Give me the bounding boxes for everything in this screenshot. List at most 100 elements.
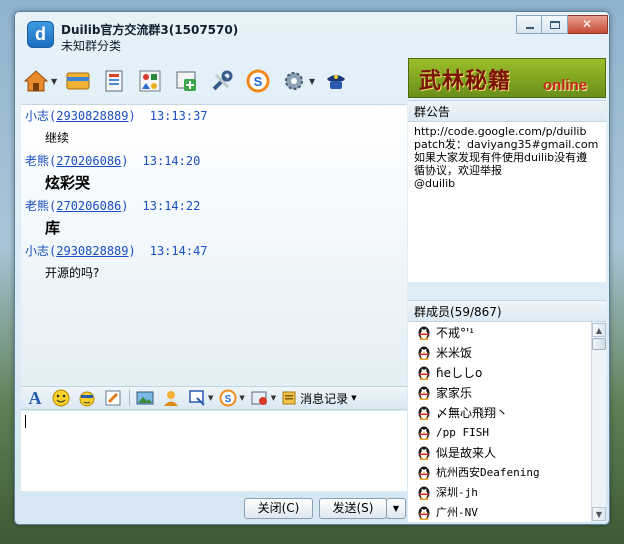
notice-header: 群公告: [408, 100, 606, 122]
message-list: 小志(2930828889) 13:13:37 继续 老熊(270206086) 13:…: [25, 105, 403, 285]
gear-icon[interactable]: [279, 66, 309, 96]
paren-close: ): [121, 154, 129, 168]
minimize-icon: [526, 27, 534, 29]
sogou-input-icon[interactable]: S: [218, 388, 238, 408]
member-item[interactable]: 不戒°'¹: [408, 322, 606, 342]
screenshot-dropdown-arrow[interactable]: ▼: [208, 394, 213, 402]
input-toolbar: A ▼ S ▼ ▼ 消息记录 ▼: [21, 386, 407, 410]
ad-banner[interactable]: 武林秘籍 online: [408, 58, 606, 98]
window-title: Duilib官方交流群3(1507570): [61, 23, 239, 37]
sender-id-link[interactable]: 270206086: [56, 154, 121, 168]
screenshot-icon[interactable]: [187, 388, 207, 408]
qq-penguin-icon: [418, 386, 430, 400]
shake-dropdown-arrow[interactable]: ▼: [271, 394, 276, 402]
qq-penguin-icon: [418, 506, 430, 520]
home-dropdown-arrow[interactable]: ▼: [51, 77, 59, 86]
message-text: 炫彩哭: [45, 174, 91, 192]
emoji-icon[interactable]: [51, 388, 71, 408]
scroll-up-button[interactable]: ▲: [592, 323, 606, 337]
minimize-button[interactable]: [516, 15, 542, 34]
member-item[interactable]: /pp FISH: [408, 422, 606, 442]
image-icon[interactable]: [135, 388, 155, 408]
member-item[interactable]: 〆無心飛翔丶: [408, 402, 606, 422]
apps-icon[interactable]: [135, 66, 165, 96]
member-name: /pp FISH: [436, 425, 489, 439]
qq-penguin-icon: [418, 486, 430, 500]
sogou-dropdown-arrow[interactable]: ▼: [239, 394, 244, 402]
window-controls: ✕: [516, 15, 608, 35]
shake-icon[interactable]: [250, 388, 270, 408]
qq-penguin-icon: [418, 426, 430, 440]
member-name: 不戒°'¹: [436, 325, 475, 340]
police-icon[interactable]: [321, 66, 351, 96]
qq-penguin-icon: [418, 326, 430, 340]
gear-dropdown-arrow[interactable]: ▼: [309, 77, 317, 86]
svg-text:S: S: [254, 74, 263, 89]
sender-name[interactable]: 小志: [25, 109, 49, 123]
member-name: 〆無心飛翔丶: [436, 405, 509, 420]
toolbar-separator: [129, 390, 130, 406]
message-input[interactable]: [21, 411, 407, 491]
home-icon[interactable]: [21, 66, 51, 96]
close-icon: ✕: [581, 17, 593, 31]
contact-icon[interactable]: [161, 388, 181, 408]
qq-penguin-icon: [418, 406, 430, 420]
member-name: 深圳-jh: [436, 486, 478, 499]
card-icon[interactable]: [63, 66, 93, 96]
scroll-thumb[interactable]: [592, 338, 606, 350]
message-header: 小志(2930828889) 13:14:47: [25, 240, 403, 262]
magic-emoji-icon[interactable]: [77, 388, 97, 408]
message-time: 13:13:37: [149, 109, 208, 123]
send-button[interactable]: 发送(S): [319, 498, 387, 519]
title-bar[interactable]: d Duilib官方交流群3(1507570) 未知群分类 ✕: [15, 12, 609, 56]
member-name: 似是故来人: [436, 445, 497, 460]
member-items: 不戒°'¹ 米米饭 ɦeししo 家家乐〆無心飛翔丶/pp FISH 似是故来人杭州西安…: [408, 322, 606, 522]
close-button[interactable]: 关闭(C): [244, 498, 313, 519]
sender-id-link[interactable]: 2930828889: [56, 109, 128, 123]
scroll-down-button[interactable]: ▼: [592, 507, 606, 521]
member-item[interactable]: 深圳-jh: [408, 482, 606, 502]
chat-history[interactable]: 小志(2930828889) 13:13:37 继续 老熊(270206086) 13:…: [21, 104, 407, 386]
member-name: ɦeししo: [436, 365, 483, 380]
member-item[interactable]: 米米饭: [408, 342, 606, 362]
group-category: 未知群分类: [61, 39, 122, 53]
qq-penguin-icon: [418, 466, 430, 480]
member-name: 杭州西安Deafening: [436, 466, 540, 479]
send-options-dropdown[interactable]: ▼: [386, 498, 406, 519]
member-item[interactable]: 似是故来人: [408, 442, 606, 462]
member-item[interactable]: 广州-NV: [408, 502, 606, 522]
notice-line: @duilib: [414, 177, 456, 190]
close-window-button[interactable]: ✕: [568, 15, 608, 34]
chat-window: d Duilib官方交流群3(1507570) 未知群分类 ✕ ▼ S ▼ 小志…: [14, 11, 610, 525]
message-history-button[interactable]: 消息记录 ▼: [281, 390, 357, 407]
qq-penguin-icon: [418, 446, 430, 460]
sender-name[interactable]: 老熊: [25, 199, 49, 213]
sender-name[interactable]: 小志: [25, 244, 49, 258]
sogou-icon[interactable]: S: [243, 66, 273, 96]
maximize-icon: [550, 21, 560, 29]
bottom-bar: 关闭(C) 发送(S) ▼: [21, 493, 407, 521]
sender-id-link[interactable]: 270206086: [56, 199, 121, 213]
member-item[interactable]: ɦeししo: [408, 362, 606, 382]
paren-close: ): [128, 109, 136, 123]
font-icon[interactable]: A: [25, 388, 45, 408]
member-scrollbar[interactable]: ▲ ▼: [591, 322, 606, 522]
tools-icon[interactable]: [207, 66, 237, 96]
maximize-button[interactable]: [542, 15, 568, 34]
notice-line: 如果大家发现有件使用duilib没有遵: [414, 151, 588, 164]
member-item[interactable]: 家家乐: [408, 382, 606, 402]
notice-line: 循协议，欢迎举报: [414, 164, 502, 177]
edit-icon[interactable]: [103, 388, 123, 408]
main-toolbar: ▼ S ▼: [21, 63, 407, 99]
sender-name[interactable]: 老熊: [25, 154, 49, 168]
member-name: 家家乐: [436, 385, 473, 400]
sender-id-link[interactable]: 2930828889: [56, 244, 128, 258]
notice-line: patch发：daviyang35#gmail.com: [414, 138, 599, 151]
app-logo-letter: d: [35, 24, 46, 44]
member-list[interactable]: 不戒°'¹ 米米饭 ɦeししo 家家乐〆無心飛翔丶/pp FISH 似是故来人杭州西安…: [408, 322, 606, 522]
book-icon[interactable]: [99, 66, 129, 96]
message-text: 开源的吗?: [45, 266, 100, 280]
message-header: 老熊(270206086) 13:14:20: [25, 150, 403, 172]
add-icon[interactable]: [171, 66, 201, 96]
member-item[interactable]: 杭州西安Deafening: [408, 462, 606, 482]
